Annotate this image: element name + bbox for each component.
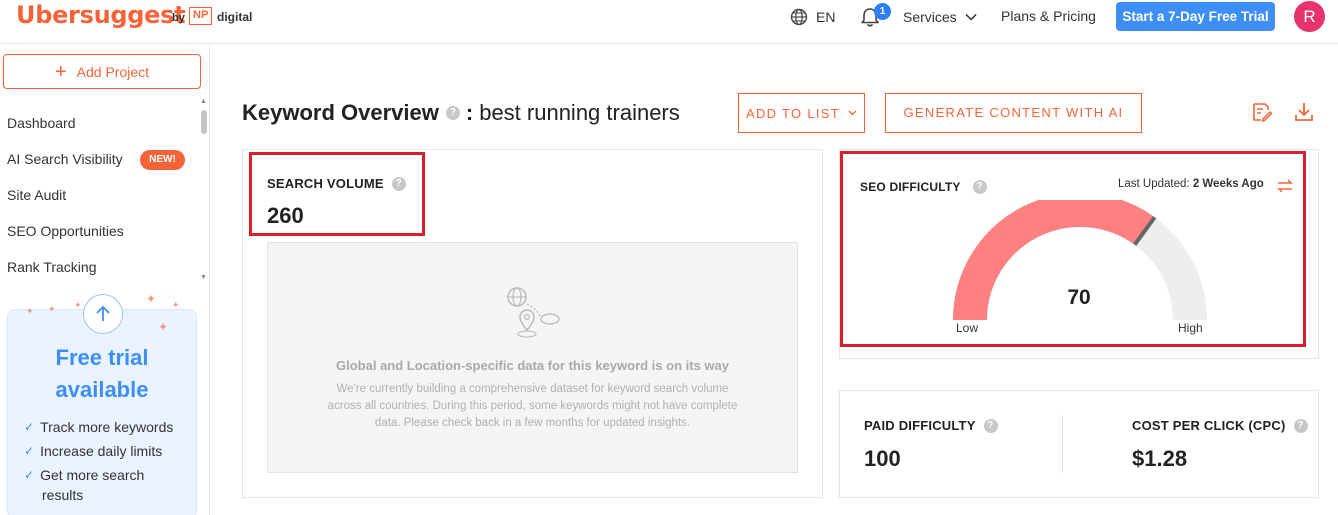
np-logo-mark: NP [189, 7, 213, 25]
download-icon[interactable] [1292, 100, 1316, 124]
sparkle-decoration: ✦ [158, 320, 169, 334]
trial-feature-item: ✓ Get more search [24, 465, 144, 485]
trial-feature-item: ✓ Track more keywords [24, 417, 173, 437]
globe-icon [790, 8, 808, 26]
help-icon[interactable]: ? [445, 106, 460, 120]
trial-feature-label: Increase daily limits [40, 443, 163, 459]
check-icon: ✓ [24, 420, 35, 434]
add-project-button[interactable]: + Add Project [3, 54, 201, 89]
sidebar-item-seo-opportunities[interactable]: SEO Opportunities [7, 223, 124, 239]
trial-feature-continuation: results [42, 487, 84, 503]
paid-difficulty-value: 100 [864, 446, 901, 471]
location-map-icon [507, 287, 560, 338]
check-icon: ✓ [24, 468, 35, 482]
trial-title-line2: available [55, 377, 149, 402]
sparkle-decoration: ✦ [48, 304, 56, 314]
cpc-label: COST PER CLICK (CPC) ? [1132, 418, 1308, 433]
placeholder-text: We're currently building a comprehensive… [327, 383, 738, 429]
arrow-up-icon [96, 305, 110, 321]
trial-feature-item: ✓ Increase daily limits [24, 441, 162, 461]
sidebar-item-rank-tracking[interactable]: Rank Tracking [7, 259, 96, 275]
sparkle-decoration: ✦ [74, 300, 82, 310]
help-icon[interactable]: ? [983, 418, 998, 433]
generate-content-button[interactable]: GENERATE CONTENT WITH AI [885, 93, 1142, 133]
services-menu[interactable]: Services [903, 9, 977, 25]
new-badge: NEW! [140, 150, 185, 170]
placeholder-title: Global and Location-specific data for th… [336, 358, 729, 373]
logo-by-text: by [172, 12, 185, 24]
plans-pricing-link[interactable]: Plans & Pricing [1001, 8, 1096, 24]
trial-title-line1: Free trial [55, 345, 149, 370]
trial-feature-label: Track more keywords [40, 419, 174, 435]
keyword-text: best running trainers [479, 100, 680, 125]
sidebar-item-site-audit[interactable]: Site Audit [7, 187, 66, 203]
highlight-box-search-volume [249, 152, 425, 236]
trial-feature-label: Get more search [40, 467, 145, 483]
plus-icon: + [54, 60, 67, 83]
sidebar-item-ai-search-visibility[interactable]: AI Search Visibility [7, 151, 123, 167]
np-digital-text: digital [217, 10, 253, 24]
add-project-label: Add Project [76, 63, 150, 80]
edit-icon[interactable] [1249, 100, 1273, 124]
add-to-list-button[interactable]: ADD TO LIST [738, 93, 865, 133]
help-icon[interactable]: ? [1293, 418, 1308, 433]
sparkle-decoration: ✦ [172, 300, 180, 310]
page-title: Keyword Overview ? : best running traine… [242, 100, 680, 126]
language-label: EN [816, 9, 836, 25]
check-icon: ✓ [24, 444, 35, 458]
cpc-label-text: COST PER CLICK (CPC) [1132, 418, 1286, 433]
services-label: Services [903, 9, 957, 25]
sidebar-item-dashboard[interactable]: Dashboard [7, 115, 76, 131]
paid-difficulty-label-text: PAID DIFFICULTY [864, 418, 976, 433]
chevron-down-icon [965, 13, 977, 21]
notification-badge: 1 [874, 3, 891, 20]
avatar[interactable]: R [1294, 1, 1325, 32]
highlight-box-seo-difficulty [840, 151, 1306, 347]
start-trial-button[interactable]: Start a 7-Day Free Trial [1116, 2, 1275, 31]
sparkle-decoration: ✦ [146, 292, 157, 306]
scroll-up-arrow[interactable]: ▲ [200, 98, 207, 105]
paid-metrics-panel [839, 390, 1319, 498]
cpc-value: $1.28 [1132, 446, 1188, 471]
paid-difficulty-label: PAID DIFFICULTY ? [864, 418, 998, 433]
metrics-divider [1062, 415, 1063, 473]
chevron-down-icon [848, 110, 857, 116]
page-title-label: Keyword Overview [242, 100, 439, 125]
sparkle-decoration: ✦ [26, 306, 34, 316]
title-separator: : [465, 100, 474, 125]
language-selector[interactable]: EN [790, 8, 835, 26]
sidebar-scrollbar-thumb[interactable] [201, 110, 207, 134]
ubersuggest-logo[interactable]: Ubersuggest [16, 1, 186, 29]
scroll-down-arrow[interactable]: ▼ [200, 274, 207, 281]
trial-arrow-circle [83, 294, 123, 334]
add-to-list-label: ADD TO LIST [745, 105, 840, 121]
top-bar: Ubersuggest by NP digital EN 1 Services … [0, 0, 1338, 44]
